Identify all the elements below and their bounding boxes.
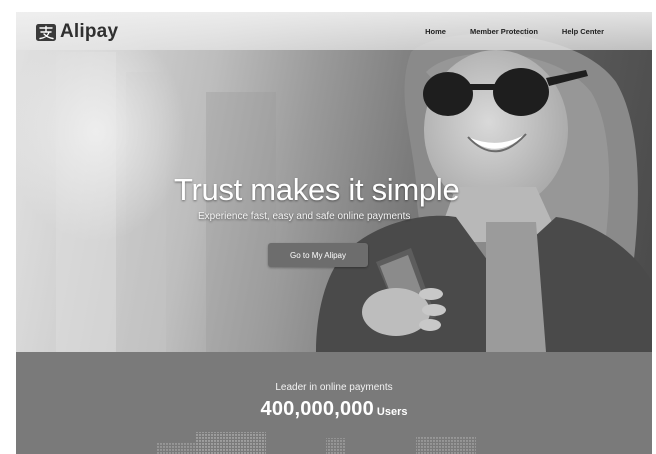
hero-subtitle: Experience fast, easy and safe online pa…	[198, 211, 411, 222]
page: Trust makes it simple Experience fast, e…	[16, 12, 652, 454]
nav-member-protection[interactable]: Member Protection	[470, 27, 538, 36]
users-count: 400,000,000	[260, 398, 374, 420]
brand-name: Alipay	[60, 21, 119, 42]
users-unit: Users	[376, 406, 408, 418]
hero-banner: Trust makes it simple Experience fast, e…	[16, 12, 652, 352]
nav-help-center[interactable]: Help Center	[562, 27, 604, 36]
stats-value: 400,000,000 Users	[16, 398, 652, 421]
hero-title: Trust makes it simple	[174, 172, 460, 207]
nav-home[interactable]: Home	[425, 27, 446, 36]
go-to-my-alipay-button[interactable]: Go to My Alipay	[268, 243, 368, 267]
alipay-logo-icon	[36, 23, 56, 41]
top-header: Alipay Home Member Protection Help Cente…	[16, 12, 652, 50]
world-map-graphic	[156, 432, 476, 454]
main-nav: Home Member Protection Help Center	[401, 27, 604, 36]
stats-label: Leader in online payments	[275, 382, 393, 393]
alipay-logo[interactable]: Alipay	[36, 21, 118, 43]
stats-section: Leader in online payments 400,000,000 Use…	[16, 352, 652, 454]
